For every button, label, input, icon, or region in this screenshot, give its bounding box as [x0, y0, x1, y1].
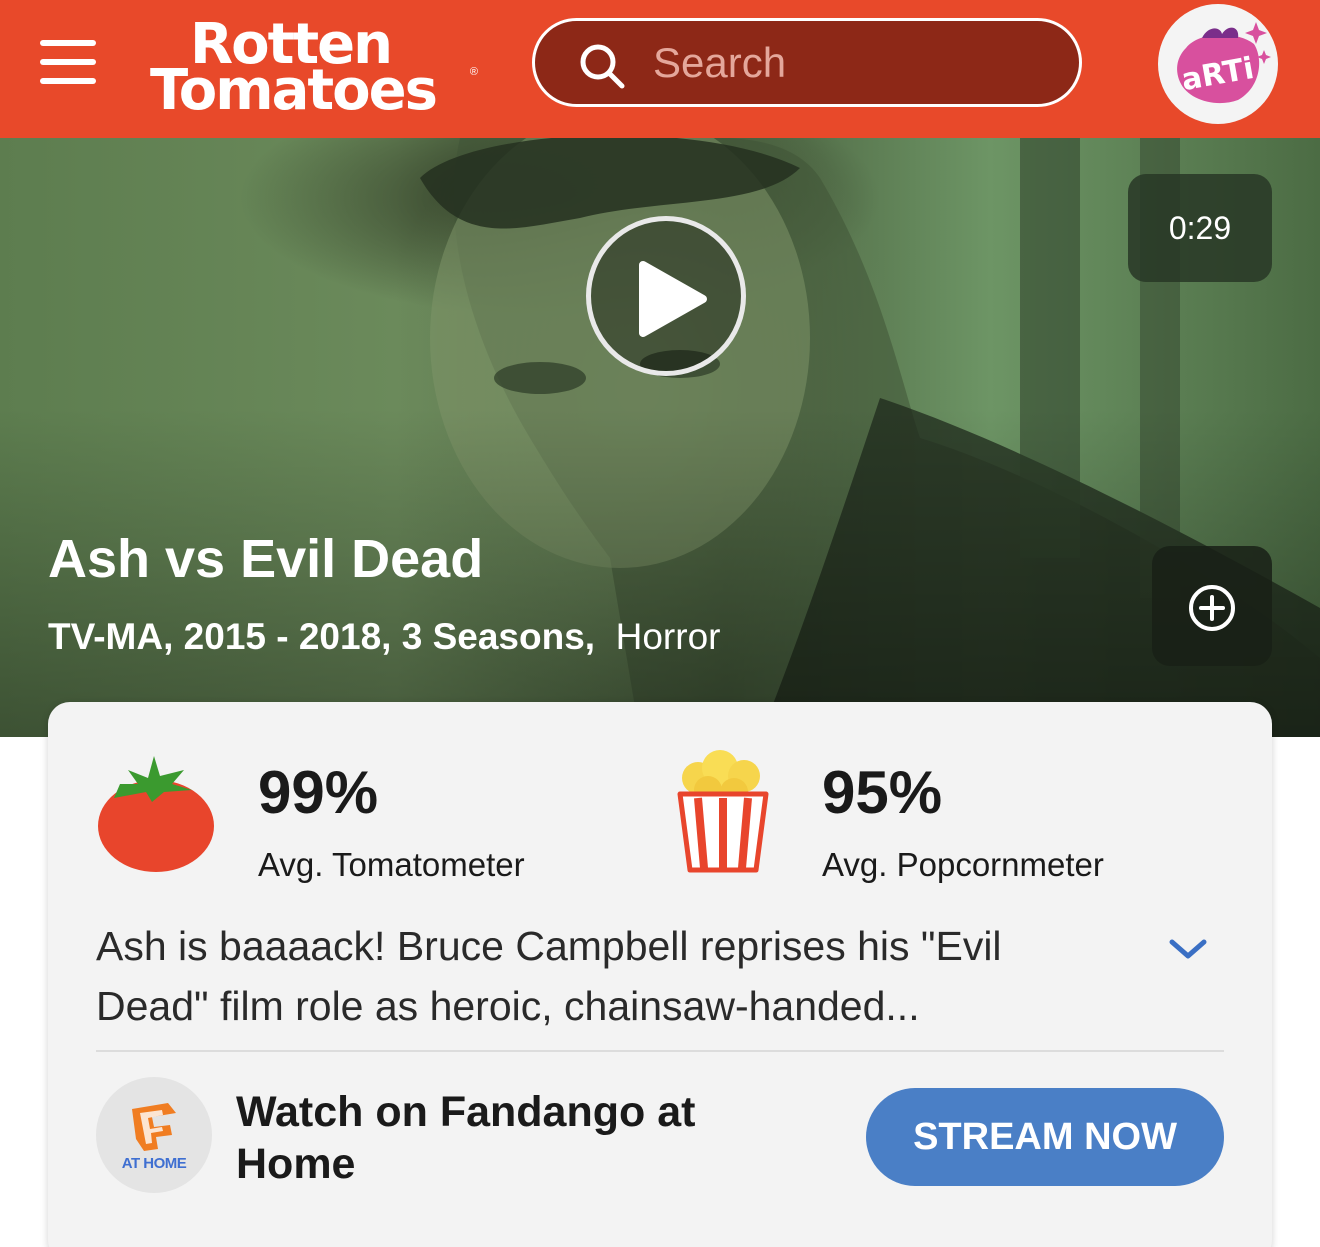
- stream-now-button[interactable]: STREAM NOW: [866, 1088, 1224, 1186]
- watch-on-fandango-text: Watch on Fandango at Home: [236, 1088, 696, 1188]
- show-synopsis: Ash is baaaack! Bruce Campbell reprises …: [96, 923, 1002, 1029]
- score-card: 99% Avg. Tomatometer 95% Avg. Popcornmet…: [48, 702, 1272, 1247]
- play-icon: [639, 261, 707, 337]
- arti-logo-icon: aRTi: [1177, 22, 1271, 104]
- divider: [96, 1050, 1224, 1052]
- top-nav-bar: Rotten Tomatoes ® aRTi: [0, 0, 1320, 138]
- rotten-tomatoes-logo[interactable]: Rotten Tomatoes ®: [150, 12, 480, 123]
- search-input[interactable]: [653, 35, 1053, 91]
- at-home-badge-text: AT HOME: [121, 1155, 187, 1172]
- plus-circle-icon: [1189, 585, 1235, 631]
- tomato-icon: [98, 756, 214, 872]
- popcornmeter-label: Avg. Popcornmeter: [822, 846, 1104, 883]
- show-genre: Horror: [615, 616, 721, 657]
- fandango-at-home-logo: AT HOME: [96, 1077, 212, 1193]
- show-title: Ash vs Evil Dead: [48, 529, 484, 589]
- logo-registered-mark: ®: [469, 66, 478, 78]
- tomatometer-value: 99%: [258, 759, 379, 826]
- play-trailer-button[interactable]: [586, 216, 746, 376]
- chevron-down-icon[interactable]: [1166, 934, 1210, 964]
- add-to-watchlist-button[interactable]: [1152, 546, 1272, 666]
- video-duration-badge: 0:29: [1128, 174, 1272, 282]
- popcorn-icon: [677, 750, 769, 873]
- logo-text-line2: Tomatoes: [150, 58, 438, 123]
- popcornmeter-value: 95%: [822, 759, 943, 826]
- fandango-icon: [132, 1103, 176, 1151]
- video-hero[interactable]: 0:29 Ash vs Evil Dead TV-MA, 2015 - 2018…: [0, 138, 1320, 737]
- menu-icon[interactable]: [40, 40, 96, 86]
- show-metadata: TV-MA, 2015 - 2018, 3 Seasons, Horror: [48, 616, 720, 658]
- show-rating-years-seasons: TV-MA, 2015 - 2018, 3 Seasons,: [48, 616, 596, 657]
- search-bar[interactable]: [532, 18, 1082, 107]
- search-icon[interactable]: [579, 43, 625, 89]
- tomatometer-label: Avg. Tomatometer: [258, 846, 525, 883]
- arti-avatar-button[interactable]: aRTi: [1158, 4, 1278, 124]
